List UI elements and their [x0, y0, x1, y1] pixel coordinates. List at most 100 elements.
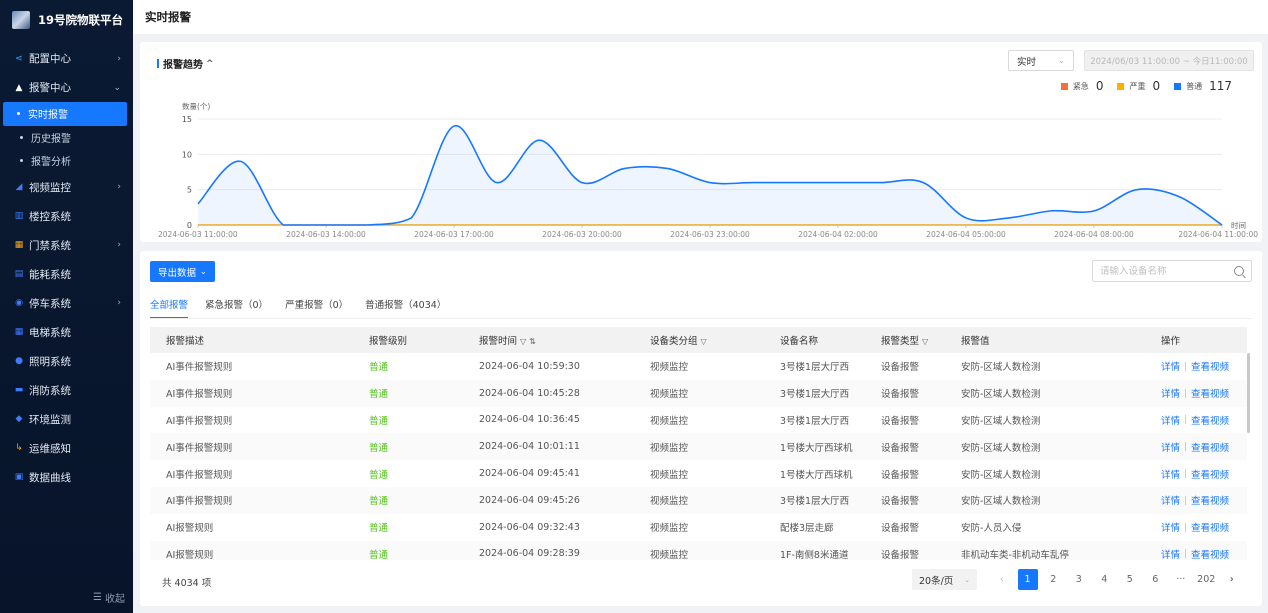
sidebar-item-10[interactable]: ◆ 环境监测: [0, 405, 133, 434]
page-ellipsis[interactable]: ···: [1168, 569, 1194, 590]
detail-link[interactable]: 详情: [1161, 493, 1180, 507]
view-video-link[interactable]: 查看视频: [1191, 359, 1229, 373]
view-video-link[interactable]: 查看视频: [1191, 440, 1229, 454]
table-cell: 3号楼1层大厅西: [780, 496, 850, 508]
prev-page-button[interactable]: ‹: [989, 569, 1015, 590]
view-video-link[interactable]: 查看视频: [1191, 493, 1229, 507]
table-row[interactable]: AI报警规则 普通 2024-06-04 09:32:43 视频监控 配楼3层走廊 设备报…: [150, 514, 1247, 541]
legend-item-0[interactable]: 紧急 0: [1060, 79, 1103, 93]
detail-link[interactable]: 详情: [1161, 359, 1180, 373]
sidebar-item-3[interactable]: ▥ 楼控系统: [0, 202, 133, 231]
sidebar-item-7[interactable]: ▦ 电梯系统: [0, 318, 133, 347]
chevron-up-icon: ^: [206, 58, 214, 69]
sidebar-item-2[interactable]: ◢ 视频监控 ›: [0, 173, 133, 202]
next-page-button[interactable]: ›: [1219, 569, 1245, 590]
device-search[interactable]: [1092, 260, 1252, 282]
trend-title[interactable]: 报警趋势 ^: [157, 56, 214, 71]
building-icon: ▥: [14, 211, 24, 221]
legend-item-2[interactable]: 普通 117: [1174, 79, 1232, 93]
sidebar-item-6[interactable]: ◉ 停车系统 ›: [0, 289, 133, 318]
sidebar-item-9[interactable]: ▬ 消防系统: [0, 376, 133, 405]
action-divider: [1185, 522, 1187, 532]
column-header[interactable]: 报警类型 ▽: [881, 333, 961, 347]
sidebar-item-5[interactable]: ▤ 能耗系统: [0, 260, 133, 289]
table-cell: 普通: [369, 549, 389, 560]
table-row[interactable]: AI事件报警规则 普通 2024-06-04 10:59:30 视频监控 3号楼1层大厅…: [150, 353, 1247, 380]
action-divider: [1185, 442, 1187, 452]
x-tick-label: 2024-06-03 20:00:00: [542, 230, 622, 239]
y-tick-label: 15: [182, 115, 192, 124]
y-axis-label: 数量(个): [182, 101, 210, 111]
table-row[interactable]: AI事件报警规则 普通 2024-06-04 09:45:41 视频监控 1号楼大厅西球…: [150, 460, 1247, 487]
page-5[interactable]: 5: [1117, 569, 1143, 590]
app-logo: [12, 11, 30, 29]
column-header[interactable]: 设备类分组 ▽: [650, 333, 780, 347]
detail-link[interactable]: 详情: [1161, 520, 1180, 534]
page-4[interactable]: 4: [1092, 569, 1118, 590]
page-3[interactable]: 3: [1066, 569, 1092, 590]
detail-link[interactable]: 详情: [1161, 547, 1180, 560]
filter-icon[interactable]: ▽: [701, 337, 707, 346]
legend-value: 117: [1209, 79, 1232, 93]
search-input[interactable]: [1100, 265, 1234, 277]
detail-link[interactable]: 详情: [1161, 386, 1180, 400]
sidebar-item-4[interactable]: ▦ 门禁系统 ›: [0, 231, 133, 260]
table-row[interactable]: AI事件报警规则 普通 2024-06-04 10:01:11 视频监控 1号楼大厅西球…: [150, 433, 1247, 461]
page-2[interactable]: 2: [1041, 569, 1067, 590]
view-video-link[interactable]: 查看视频: [1191, 520, 1229, 534]
column-header-label: 操作: [1161, 336, 1181, 347]
column-header: 报警级别: [369, 333, 479, 347]
brand[interactable]: 19号院物联平台: [0, 0, 133, 40]
view-video-link[interactable]: 查看视频: [1191, 547, 1229, 560]
table-cell: 2024-06-04 09:28:39: [479, 548, 580, 560]
legend-item-1[interactable]: 严重 0: [1117, 79, 1160, 93]
page-size-select[interactable]: 20条/页 ⌄: [912, 569, 977, 590]
column-header[interactable]: 报警时间 ▽ ⇅: [479, 333, 650, 347]
y-tick-label: 10: [182, 150, 192, 159]
page-1[interactable]: 1: [1017, 569, 1038, 590]
sidebar-subitem-1[interactable]: 历史报警: [0, 126, 133, 150]
search-icon[interactable]: [1234, 266, 1244, 276]
scrollbar-thumb[interactable]: [1247, 353, 1250, 433]
mode-select[interactable]: 实时 ⌄: [1008, 50, 1074, 71]
total-count: 共 4034 项: [162, 578, 212, 589]
table-body[interactable]: AI事件报警规则 普通 2024-06-04 10:59:30 视频监控 3号楼1层大厅…: [150, 353, 1247, 560]
row-actions: 详情 查看视频: [1161, 440, 1247, 454]
sidebar-subitem-0[interactable]: 实时报警: [3, 102, 127, 126]
sidebar-item-12[interactable]: ▣ 数据曲线: [0, 463, 133, 492]
table-scrollbar[interactable]: [1247, 353, 1251, 560]
sidebar-item-1[interactable]: ▲ 报警中心 ⌄: [0, 73, 133, 102]
tab-2[interactable]: 严重报警（0）: [285, 297, 348, 319]
sidebar-item-0[interactable]: ⋖ 配置中心 ›: [0, 44, 133, 73]
filter-icon[interactable]: ▽: [520, 337, 526, 346]
date-range-picker[interactable]: 2024/06/03 11:00:00 ~ 今日11:00:00: [1084, 50, 1254, 71]
table-cell: 视频监控: [650, 523, 689, 535]
page-6[interactable]: 6: [1143, 569, 1169, 590]
tab-3[interactable]: 普通报警（4034）: [365, 297, 446, 319]
table-row[interactable]: AI事件报警规则 普通 2024-06-04 10:45:28 视频监控 3号楼1层大厅…: [150, 379, 1247, 407]
bullet-icon: [20, 135, 23, 139]
chevron-down-icon: ⌄: [200, 267, 207, 276]
sidebar-item-8[interactable]: ● 照明系统: [0, 347, 133, 376]
detail-link[interactable]: 详情: [1161, 440, 1180, 454]
table-cell: 设备报警: [881, 523, 920, 535]
detail-link[interactable]: 详情: [1161, 467, 1180, 481]
detail-link[interactable]: 详情: [1161, 413, 1180, 427]
table-row[interactable]: AI报警规则 普通 2024-06-04 09:28:39 视频监控 1F-南侧8米通道…: [150, 540, 1247, 560]
tab-1[interactable]: 紧急报警（0）: [205, 297, 268, 319]
sidebar-subitem-2[interactable]: 报警分析: [0, 149, 133, 173]
energy-icon: ▤: [14, 269, 24, 279]
page-last[interactable]: 202: [1194, 569, 1220, 590]
table-row[interactable]: AI事件报警规则 普通 2024-06-04 10:36:45 视频监控 3号楼1层大厅…: [150, 407, 1247, 434]
sort-icon[interactable]: ⇅: [529, 337, 536, 346]
view-video-link[interactable]: 查看视频: [1191, 413, 1229, 427]
table-row[interactable]: AI事件报警规则 普通 2024-06-04 09:45:26 视频监控 3号楼1层大厅…: [150, 486, 1247, 514]
view-video-link[interactable]: 查看视频: [1191, 467, 1229, 481]
tab-0[interactable]: 全部报警: [150, 297, 189, 319]
table-cell: AI报警规则: [166, 523, 214, 535]
export-button[interactable]: 导出数据 ⌄: [150, 261, 215, 282]
sidebar-item-11[interactable]: ↳ 运维感知: [0, 434, 133, 463]
filter-icon[interactable]: ▽: [922, 337, 928, 346]
view-video-link[interactable]: 查看视频: [1191, 386, 1229, 400]
collapse-button[interactable]: ☰ 收起: [93, 590, 125, 605]
